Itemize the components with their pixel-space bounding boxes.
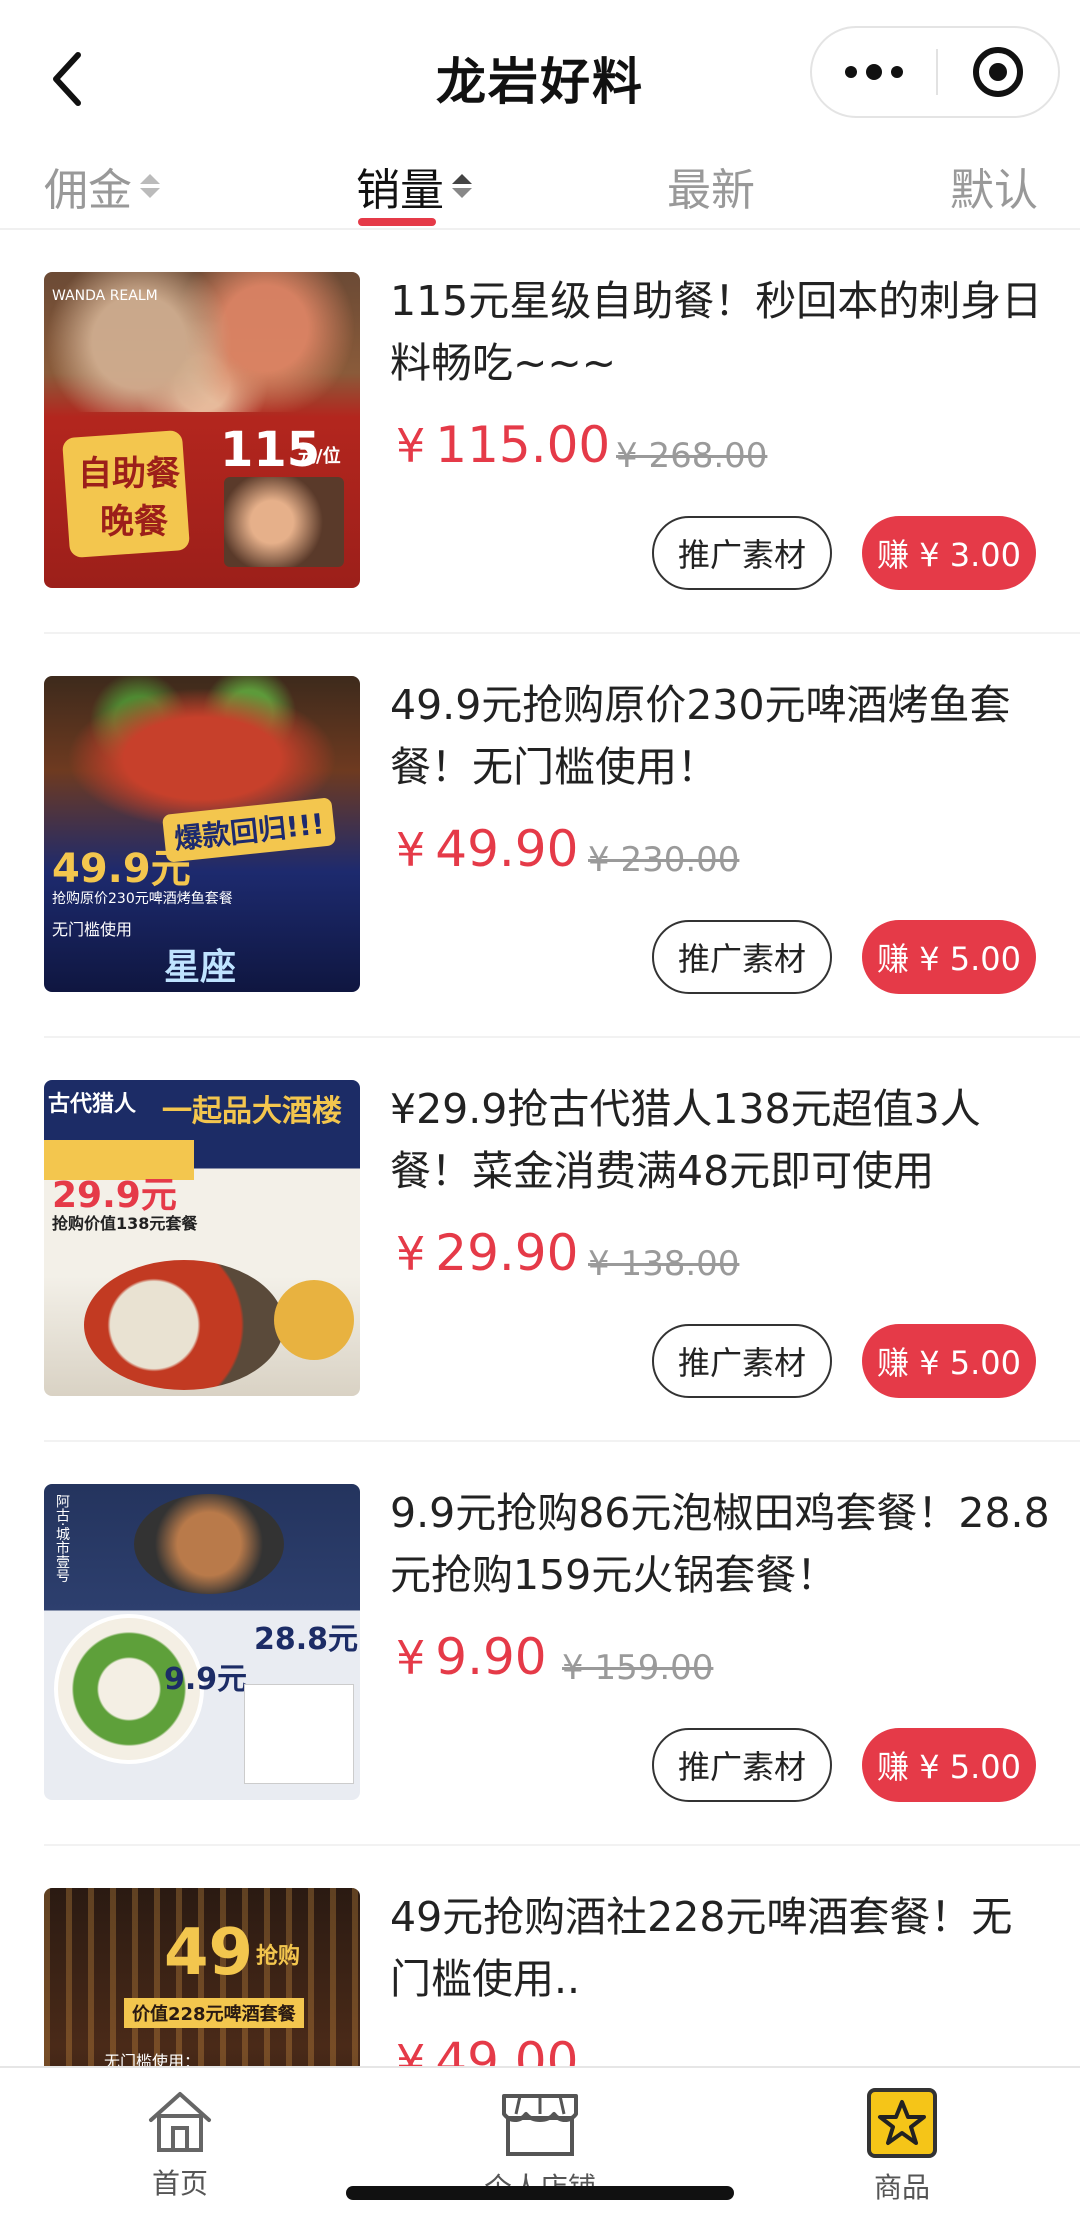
tabbar-item-home[interactable]: 首页 [80,2088,280,2202]
tabbar-item-products[interactable]: 商品 [802,2088,1002,2206]
thumb-badge: 自助餐 [78,454,180,494]
product-list[interactable]: WANDA REALM 自助餐 晚餐 115 元/位 115元星级自助餐！秒回本… [0,230,1080,2070]
tab-label: 佣金 [44,165,132,216]
thumb-brand: 古代猎人 [48,1092,137,1117]
more-button[interactable] [812,28,936,116]
promo-material-button[interactable]: 推广素材 [652,1324,832,1398]
thumb-subtitle: 抢购原价230元啤酒烤鱼套餐 [52,891,233,907]
currency-symbol: ¥ [396,419,426,473]
bottom-tab-bar: 首页 个人店铺 商品 [0,2066,1080,2226]
more-dot-icon [845,66,857,78]
product-title[interactable]: 9.9元抢购86元泡椒田鸡套餐！28.8元抢购159元火锅套餐！ [390,1482,1050,1606]
promo-material-button[interactable]: 推广素材 [652,1728,832,1802]
promo-material-button[interactable]: 推广素材 [652,920,832,994]
thumb-price: 9.9元 [164,1662,248,1697]
original-price: ¥ 159.00 [562,1648,714,1688]
thumb-tag: 抢购 [256,1944,301,1969]
list-item[interactable]: 49 抢购 价值228元啤酒套餐 无门槛使用： 49元抢购酒社228元啤酒套餐！… [0,1846,1080,2070]
thumb-price: 49.9元 [52,846,191,892]
tab-sales[interactable]: 销量 [356,154,472,218]
product-thumbnail[interactable]: WANDA REALM 自助餐 晚餐 115 元/位 [44,272,360,588]
store-icon [502,2094,578,2156]
currency-symbol: ¥ [396,1631,426,1685]
product-price: ¥ 9.90 [396,1628,547,1686]
product-title[interactable]: ¥29.9抢古代猎人138元超值3人餐！菜金消费满48元即可使用 [390,1078,1050,1202]
product-thumbnail[interactable]: 阿古·城市壹号 9.9元 28.8元 [44,1484,360,1800]
thumb-subtitle: 抢购价值138元套餐 [52,1214,198,1233]
more-dot-icon [891,66,903,78]
product-thumbnail[interactable]: 49 抢购 价值228元啤酒套餐 无门槛使用： [44,1888,360,2070]
thumb-note: 无门槛使用 [52,920,133,939]
sort-tabs: 佣金 销量 最新 默认 [0,150,1080,230]
currency-symbol: ¥ [396,823,426,877]
target-icon [973,47,1023,97]
price-value: 49.90 [435,820,579,878]
thumb-brand: WANDA REALM [52,288,158,304]
tab-newest[interactable]: 最新 [667,154,755,218]
product-thumbnail[interactable]: 爆款回归!!! 49.9元 抢购原价230元啤酒烤鱼套餐 无门槛使用 星座 [44,676,360,992]
list-item[interactable]: 阿古·城市壹号 9.9元 28.8元 9.9元抢购86元泡椒田鸡套餐！28.8元… [0,1442,1080,1846]
list-item[interactable]: 爆款回归!!! 49.9元 抢购原价230元啤酒烤鱼套餐 无门槛使用 星座 49… [0,634,1080,1038]
more-dot-icon [866,64,882,80]
price-value: 49.00 [435,2032,579,2070]
tabbar-label: 商品 [873,2171,930,2204]
thumb-badge: 晚餐 [100,502,168,542]
list-item[interactable]: 古代猎人 一起品大酒楼 29.9元 抢购价值138元套餐 ¥29.9抢古代猎人1… [0,1038,1080,1442]
original-price: ¥ 138.00 [588,1244,740,1284]
home-icon [149,2092,211,2152]
thumb-subtitle: 价值228元啤酒套餐 [124,1998,304,2028]
close-miniprogram-button[interactable] [938,28,1058,116]
product-price: ¥ 49.90 [396,820,578,878]
tab-label: 最新 [667,165,755,216]
earn-button[interactable]: 赚 ¥ 5.00 [862,1324,1036,1398]
nav-header: 龙岩好料 [0,0,1080,150]
thumb-sign: 星座 [164,947,237,988]
earn-button[interactable]: 赚 ¥ 3.00 [862,516,1036,590]
sort-arrows-icon [140,174,160,198]
tab-default[interactable]: 默认 [950,154,1038,218]
thumb-banner: 一起品大酒楼 [162,1094,342,1129]
product-price: ¥ 29.90 [396,1224,578,1282]
product-title[interactable]: 49元抢购酒社228元啤酒套餐！无门槛使用.. [390,1886,1050,2010]
earn-button[interactable]: 赚 ¥ 5.00 [862,920,1036,994]
price-value: 9.90 [435,1628,547,1686]
home-indicator [346,2186,734,2200]
sort-arrows-icon [452,174,472,198]
price-value: 115.00 [435,416,611,474]
tabbar-label: 首页 [151,2167,208,2200]
tab-label: 默认 [950,165,1038,216]
thumb-unit: 元/位 [298,446,341,467]
original-price: ¥ 268.00 [616,436,768,476]
product-price: ¥ 49.00 [396,2032,578,2070]
product-title[interactable]: 49.9元抢购原价230元啤酒烤鱼套餐！无门槛使用！ [390,674,1050,798]
product-thumbnail[interactable]: 古代猎人 一起品大酒楼 29.9元 抢购价值138元套餐 [44,1080,360,1396]
currency-symbol: ¥ [396,1227,426,1281]
product-title[interactable]: 115元星级自助餐！秒回本的刺身日料畅吃~~~ [390,270,1050,394]
price-value: 29.90 [435,1224,579,1282]
earn-button[interactable]: 赚 ¥ 5.00 [862,1728,1036,1802]
star-icon [867,2088,937,2158]
tab-label: 销量 [356,165,444,216]
promo-material-button[interactable]: 推广素材 [652,516,832,590]
thumb-price: 49 [164,1916,254,1990]
thumb-brand: 阿古·城市壹号 [54,1494,70,1583]
active-tab-indicator [358,218,436,226]
tab-commission[interactable]: 佣金 [44,154,160,218]
miniprogram-capsule [810,26,1060,118]
product-price: ¥ 115.00 [396,416,610,474]
original-price: ¥ 230.00 [588,840,740,880]
thumb-price: 28.8元 [254,1622,359,1657]
list-item[interactable]: WANDA REALM 自助餐 晚餐 115 元/位 115元星级自助餐！秒回本… [0,230,1080,634]
currency-symbol: ¥ [396,2035,426,2070]
